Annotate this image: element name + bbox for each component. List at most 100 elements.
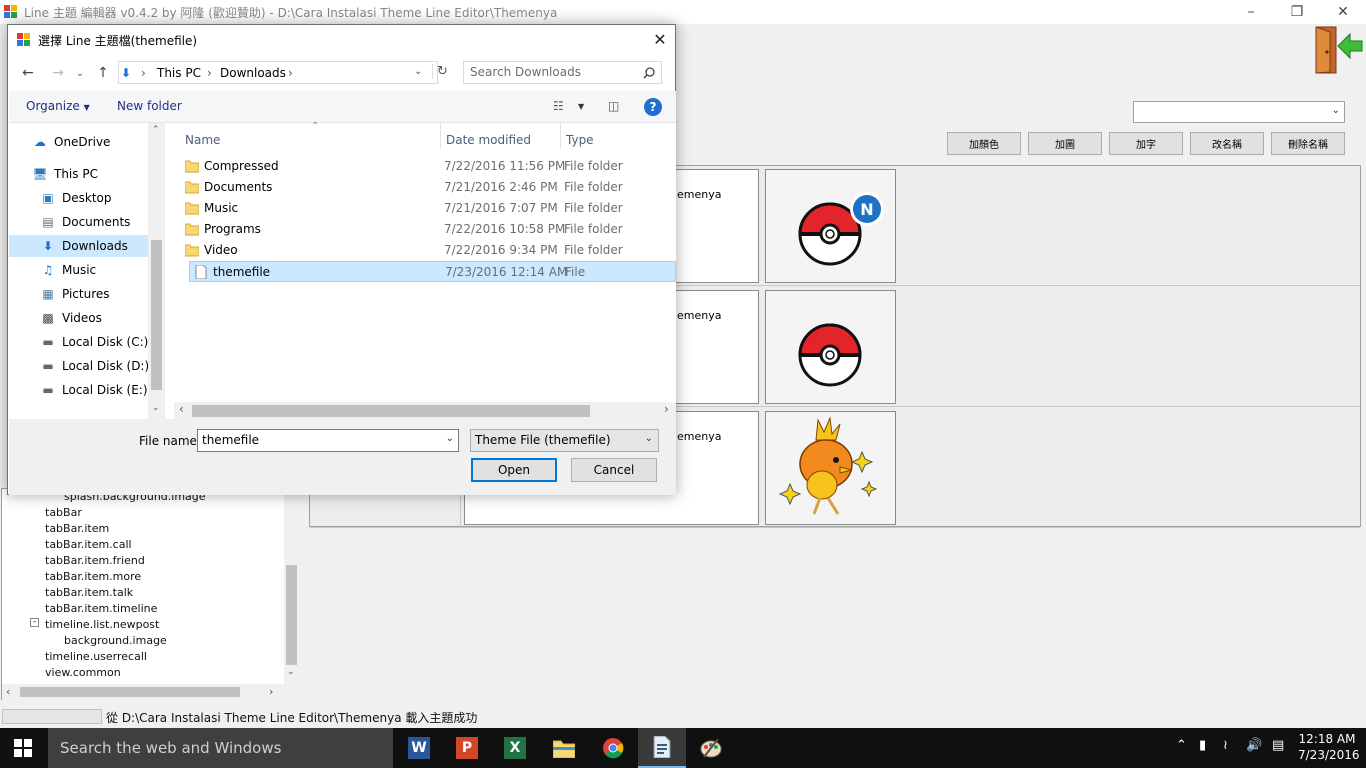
breadcrumb-downloads[interactable]: Downloads <box>220 66 286 80</box>
delete-name-button[interactable]: 刪除名稱 <box>1271 132 1345 155</box>
add-image-button[interactable]: 加圖 <box>1028 132 1102 155</box>
forward-arrow-icon[interactable]: → <box>48 63 68 83</box>
tree-item[interactable]: tabBar.item.friend <box>45 554 145 567</box>
add-text-button[interactable]: 加字 <box>1109 132 1183 155</box>
file-row[interactable]: Programs 7/22/2016 10:58 PM File folder <box>181 219 676 240</box>
collapse-toggle[interactable]: - <box>30 618 39 627</box>
windows-start-icon[interactable] <box>14 739 32 757</box>
file-row[interactable]: Music 7/21/2016 7:07 PM File folder <box>181 198 676 219</box>
chevron-right-icon[interactable]: › <box>207 66 212 80</box>
grid-image-box[interactable]: N <box>765 169 896 283</box>
tree-item[interactable]: tabBar.item.timeline <box>45 602 157 615</box>
tree-item[interactable]: timeline.list.newpost <box>45 618 159 631</box>
volume-icon[interactable]: 🔊 <box>1246 738 1262 753</box>
navigation-scrollbar[interactable]: ⌃ ⌄ <box>148 123 165 420</box>
nav-item-local-disk-d[interactable]: ▬ Local Disk (D:) <box>9 355 149 377</box>
file-row-selected[interactable]: themefile 7/23/2016 12:14 AM File <box>189 261 676 282</box>
tree-item[interactable]: view.common <box>45 666 121 679</box>
chevron-right-icon[interactable]: › <box>288 66 293 80</box>
chevron-left-icon[interactable]: ‹ <box>6 685 10 698</box>
scroll-thumb[interactable] <box>286 565 297 665</box>
tree-view[interactable]: splash.background.image tabBar tabBar.it… <box>1 488 299 700</box>
scroll-thumb[interactable] <box>151 240 162 390</box>
file-row[interactable]: Compressed 7/22/2016 11:56 PM File folde… <box>181 156 676 177</box>
address-bar[interactable]: ⬇ › This PC › Downloads › ⌄ ↻ <box>118 61 448 84</box>
search-icon[interactable] <box>643 67 655 79</box>
nav-item-desktop[interactable]: ▣ Desktop <box>9 187 149 209</box>
nav-item-downloads[interactable]: ⬇ Downloads <box>9 235 149 257</box>
tree-item[interactable]: background.image <box>64 634 167 647</box>
organize-button[interactable]: Organize ▼ <box>26 99 90 113</box>
close-button[interactable]: ✕ <box>1320 0 1366 24</box>
action-center-icon[interactable]: ▤ <box>1272 738 1284 753</box>
file-name-input[interactable] <box>202 433 432 447</box>
restore-button[interactable]: ❐ <box>1274 0 1320 24</box>
taskbar-search[interactable]: Search the web and Windows <box>48 728 393 768</box>
taskbar-clock[interactable]: 12:18 AM 7/23/2016 <box>1298 731 1360 763</box>
rename-button[interactable]: 改名稱 <box>1190 132 1264 155</box>
chevron-right-icon[interactable]: › <box>269 685 273 698</box>
new-folder-button[interactable]: New folder <box>117 99 182 113</box>
tree-item[interactable]: timeline.userrecall <box>45 650 147 663</box>
tree-item[interactable]: tabBar.item.more <box>45 570 141 583</box>
file-name-field[interactable]: ⌄ <box>197 429 459 452</box>
chevron-down-icon[interactable]: ⌄ <box>414 66 422 77</box>
file-row[interactable]: Video 7/22/2016 9:34 PM File folder <box>181 240 676 261</box>
chevron-up-icon[interactable]: ⌃ <box>152 125 160 135</box>
theme-editor-taskbar-icon[interactable] <box>638 728 686 768</box>
refresh-icon[interactable]: ↻ <box>432 64 448 79</box>
tree-item[interactable]: tabBar.item <box>45 522 109 535</box>
paint-icon[interactable] <box>687 728 735 768</box>
chevron-down-icon[interactable]: ⌄ <box>287 667 295 677</box>
recent-chevron-icon[interactable]: ⌄ <box>70 63 90 83</box>
chevron-down-icon[interactable]: ⌄ <box>152 403 160 413</box>
back-arrow-icon[interactable]: ← <box>18 63 38 83</box>
chevron-right-icon[interactable]: › <box>664 402 669 416</box>
cancel-button[interactable]: Cancel <box>571 458 657 482</box>
tree-item[interactable]: tabBar.item.talk <box>45 586 133 599</box>
file-row[interactable]: Documents 7/21/2016 2:46 PM File folder <box>181 177 676 198</box>
search-input[interactable] <box>470 65 640 79</box>
battery-icon[interactable]: ▮ <box>1199 738 1206 753</box>
grid-image-box[interactable] <box>765 411 896 525</box>
minimize-button[interactable]: – <box>1228 0 1274 24</box>
open-button[interactable]: Open <box>471 458 557 482</box>
view-options-icon[interactable]: ☷ <box>553 99 564 113</box>
wifi-icon[interactable]: ≀ <box>1223 738 1228 753</box>
nav-item-onedrive[interactable]: ☁ OneDrive <box>9 131 149 153</box>
search-field[interactable] <box>463 61 662 84</box>
preview-pane-icon[interactable]: ◫ <box>608 99 619 113</box>
nav-item-local-disk-c[interactable]: ▬ Local Disk (C:) <box>9 331 149 353</box>
chevron-down-icon[interactable]: ⌄ <box>446 433 454 444</box>
excel-icon[interactable]: X <box>491 728 539 768</box>
nav-item-this-pc[interactable]: 🖥 This PC <box>9 163 149 185</box>
column-header-date[interactable]: Date modified <box>446 133 531 147</box>
scroll-thumb[interactable] <box>20 687 240 697</box>
file-explorer-icon[interactable] <box>540 728 588 768</box>
tree-horizontal-scrollbar[interactable]: ‹ › <box>2 684 299 700</box>
scroll-thumb[interactable] <box>192 405 590 417</box>
theme-select[interactable]: ⌄ <box>1133 101 1345 123</box>
tray-chevron-up-icon[interactable]: ⌃ <box>1176 738 1187 753</box>
close-icon[interactable]: ✕ <box>650 29 670 49</box>
nav-item-videos[interactable]: ▩ Videos <box>9 307 149 329</box>
tree-vertical-scrollbar[interactable]: ⌄ <box>284 489 299 684</box>
file-type-filter[interactable]: Theme File (themefile) ⌄ <box>470 429 659 452</box>
grid-image-box[interactable] <box>765 290 896 404</box>
breadcrumb-this-pc[interactable]: This PC <box>157 66 201 80</box>
exit-door-icon[interactable] <box>1312 24 1364 76</box>
powerpoint-icon[interactable]: P <box>443 728 491 768</box>
tree-item[interactable]: tabBar.item.call <box>45 538 132 551</box>
help-icon[interactable]: ? <box>644 98 662 116</box>
nav-item-documents[interactable]: ▤ Documents <box>9 211 149 233</box>
tree-item[interactable]: tabBar <box>45 506 82 519</box>
column-header-name[interactable]: Name <box>185 133 220 147</box>
nav-item-pictures[interactable]: ▦ Pictures <box>9 283 149 305</box>
word-icon[interactable]: W <box>395 728 443 768</box>
nav-item-music[interactable]: ♫ Music <box>9 259 149 281</box>
column-header-type[interactable]: Type <box>566 133 594 147</box>
chevron-left-icon[interactable]: ‹ <box>179 402 184 416</box>
nav-item-local-disk-e[interactable]: ▬ Local Disk (E:) <box>9 379 149 401</box>
up-arrow-icon[interactable]: ↑ <box>93 63 113 83</box>
file-list-horizontal-scrollbar[interactable]: ‹ › <box>174 402 676 419</box>
